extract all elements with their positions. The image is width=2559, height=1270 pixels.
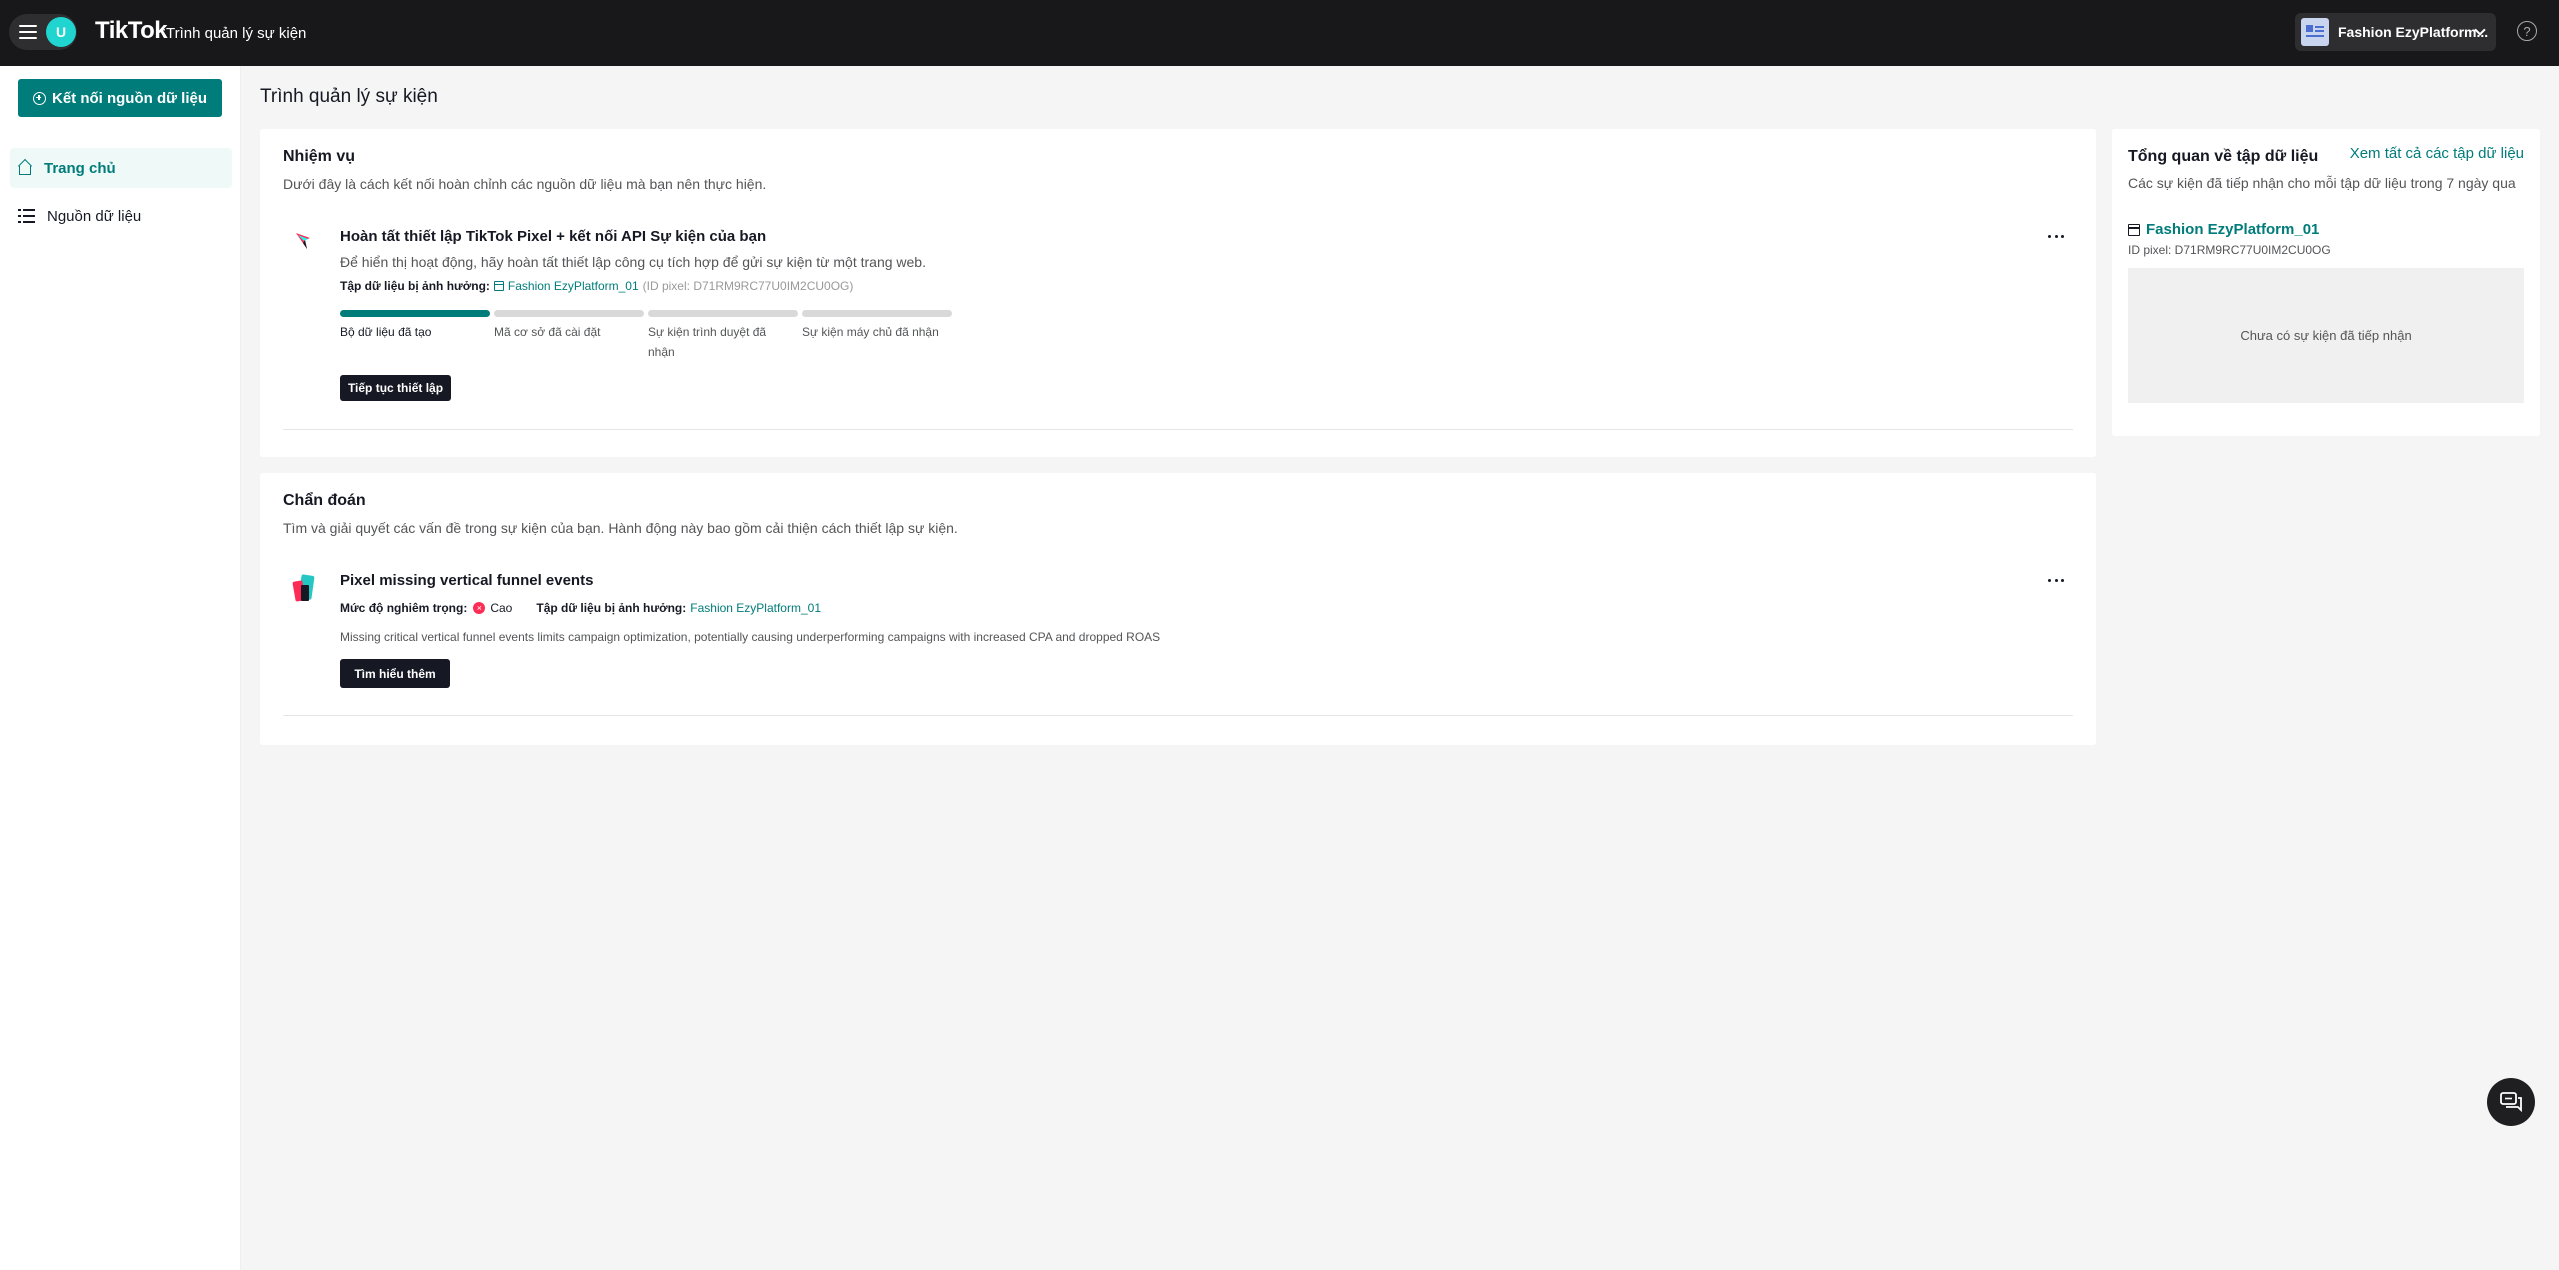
page-title: Trình quản lý sự kiện <box>260 86 438 107</box>
affected-dataset-link[interactable]: Fashion EzyPlatform_01 <box>690 601 821 615</box>
connect-data-source-label: Kết nối nguồn dữ liệu <box>51 89 207 107</box>
menu-toggle[interactable]: U <box>9 14 77 50</box>
connect-data-source-button[interactable]: Kết nối nguồn dữ liệu <box>18 79 222 117</box>
top-bar: U TikTok : Trình quản lý sự kiện Fashion… <box>0 0 2559 66</box>
step-label: Mã cơ sở đã cài đặt <box>494 325 601 339</box>
step-label: Sự kiện trình duyệt đã nhận <box>648 325 767 359</box>
continue-setup-button[interactable]: Tiếp tục thiết lập <box>340 375 451 401</box>
home-icon <box>18 161 32 175</box>
step-label: Bộ dữ liệu đã tạo <box>340 325 432 339</box>
divider <box>283 429 2073 430</box>
account-thumbnail-icon <box>2301 18 2329 46</box>
account-selector[interactable]: Fashion EzyPlatform... <box>2295 13 2496 51</box>
help-icon[interactable]: ? <box>2517 21 2537 41</box>
tasks-card: Nhiệm vụ Dưới đây là cách kết nối hoàn c… <box>260 129 2096 457</box>
severity-value: Cao <box>490 601 513 615</box>
diagnostic-title: Pixel missing vertical funnel events <box>340 572 594 589</box>
overview-title: Tổng quan về tập dữ liệu <box>2128 148 2319 165</box>
pixel-setup-icon <box>296 233 310 249</box>
app-subtitle: Trình quản lý sự kiện <box>166 25 307 42</box>
affected-dataset-label: Tập dữ liệu bị ảnh hưởng: <box>340 279 490 293</box>
plus-circle-icon <box>32 91 46 105</box>
diagnostics-card: Chẩn đoán Tìm và giải quyết các vấn đề t… <box>260 473 2096 745</box>
account-name: Fashion EzyPlatform... <box>2338 24 2489 40</box>
progress-step-4 <box>802 310 952 317</box>
tiktok-logo[interactable]: TikTok <box>95 17 168 45</box>
progress-step-1 <box>340 310 490 317</box>
sidebar-item-home[interactable]: Trang chủ <box>10 148 232 188</box>
tasks-title: Nhiệm vụ <box>283 148 356 165</box>
sidebar: Kết nối nguồn dữ liệu Trang chủ Nguồn dữ… <box>0 66 241 1270</box>
task-description: Để hiển thị hoạt động, hãy hoàn tất thiế… <box>340 254 926 270</box>
empty-events-message: Chưa có sự kiện đã tiếp nhận <box>2240 328 2412 343</box>
affected-dataset-label: Tập dữ liệu bị ảnh hưởng: <box>536 601 687 615</box>
sidebar-item-label: Trang chủ <box>44 159 116 177</box>
learn-more-button[interactable]: Tìm hiểu thêm <box>340 659 450 688</box>
sidebar-item-label: Nguồn dữ liệu <box>47 207 142 225</box>
more-options-icon[interactable] <box>2048 233 2064 239</box>
list-icon <box>18 208 35 224</box>
chat-support-button[interactable] <box>2487 1078 2535 1126</box>
tasks-description: Dưới đây là cách kết nối hoàn chỉnh các … <box>283 176 767 192</box>
hamburger-icon[interactable] <box>19 25 37 39</box>
sidebar-item-data-sources[interactable]: Nguồn dữ liệu <box>10 196 232 236</box>
affected-dataset-link[interactable]: Fashion EzyPlatform_01 <box>508 279 639 293</box>
view-all-datasets-link[interactable]: Xem tất cả các tập dữ liệu <box>2350 145 2524 162</box>
dataset-icon <box>2128 223 2140 236</box>
diagnostics-description: Tìm và giải quyết các vấn đề trong sự ki… <box>283 520 958 536</box>
chat-icon <box>2500 1092 2522 1112</box>
overview-description: Các sự kiện đã tiếp nhận cho mỗi tập dữ … <box>2128 175 2516 191</box>
progress-step-2 <box>494 310 644 317</box>
avatar[interactable]: U <box>46 17 76 47</box>
task-title: Hoàn tất thiết lập TikTok Pixel + kết nố… <box>340 228 767 245</box>
affected-dataset-row: Tập dữ liệu bị ảnh hưởng: Fashion EzyPla… <box>340 279 853 293</box>
diagnostic-detail: Missing critical vertical funnel events … <box>340 630 1161 644</box>
severity-high-icon: × <box>473 602 486 614</box>
funnel-diagnostic-icon <box>292 574 315 602</box>
dataset-row[interactable]: Fashion EzyPlatform_01 <box>2128 221 2319 238</box>
severity-label: Mức độ nghiêm trọng: <box>340 601 468 615</box>
dataset-overview-card: Tổng quan về tập dữ liệu Xem tất cả các … <box>2112 129 2540 436</box>
more-options-icon[interactable] <box>2048 577 2064 583</box>
pixel-id: ID pixel: D71RM9RC77U0IM2CU0OG <box>2128 243 2331 257</box>
dataset-name-link[interactable]: Fashion EzyPlatform_01 <box>2146 221 2319 238</box>
diagnostic-meta-row: Mức độ nghiêm trọng: × Cao Tập dữ liệu b… <box>340 601 821 615</box>
progress-step-3 <box>648 310 798 317</box>
empty-events-placeholder: Chưa có sự kiện đã tiếp nhận <box>2128 268 2524 403</box>
pixel-id-text: (ID pixel: D71RM9RC77U0IM2CU0OG) <box>642 279 854 293</box>
divider <box>283 715 2073 716</box>
dataset-icon <box>493 281 504 291</box>
diagnostics-title: Chẩn đoán <box>283 492 366 509</box>
step-label: Sự kiện máy chủ đã nhận <box>802 325 939 339</box>
